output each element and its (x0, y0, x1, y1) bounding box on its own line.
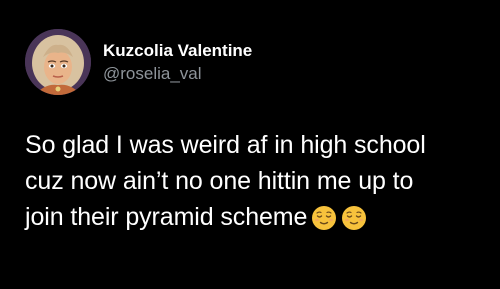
avatar[interactable] (25, 29, 91, 95)
tweet-text-line-3: join their pyramid scheme (25, 199, 490, 235)
cartoon-portrait-avatar-icon (25, 29, 91, 95)
tweet-text-line-3-content: join their pyramid scheme (25, 203, 308, 231)
tweet-text: So glad I was weird af in high school cu… (25, 127, 490, 235)
relieved-face-emoji-icon (311, 205, 337, 231)
tweet-text-line-2: cuz now ain’t no one hittin me up to (25, 167, 414, 195)
relieved-face-emoji-icon (341, 205, 367, 231)
author-display-name[interactable]: Kuzcolia Valentine (103, 41, 252, 61)
tweet-text-line-1: So glad I was weird af in high school (25, 131, 426, 159)
author-handle[interactable]: @roselia_val (103, 64, 202, 84)
tweet-card: Kuzcolia Valentine @roselia_val So glad … (0, 0, 500, 289)
